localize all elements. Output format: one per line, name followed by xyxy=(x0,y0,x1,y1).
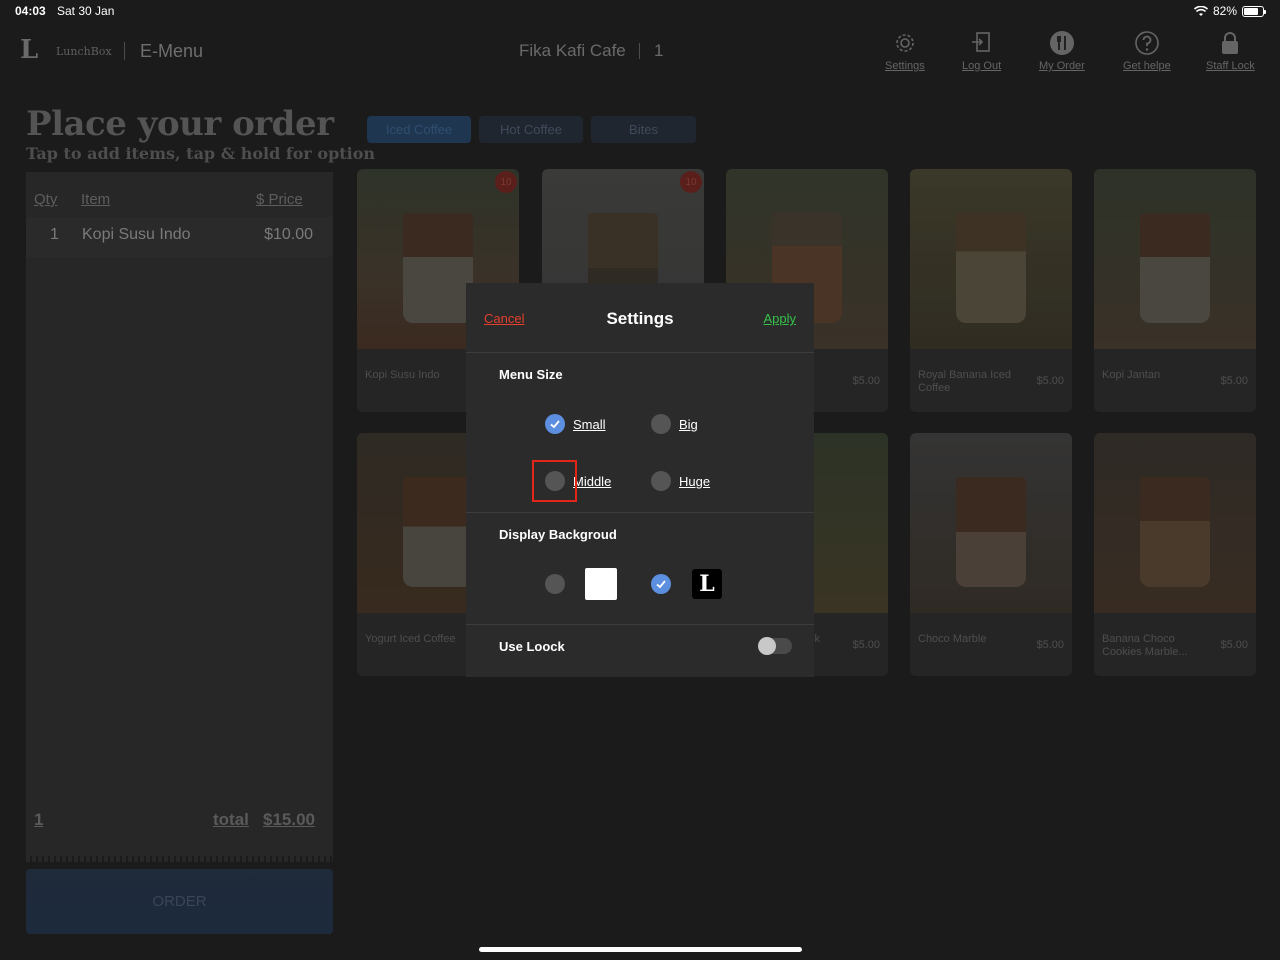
logo-text: LunchBox xyxy=(56,45,112,58)
status-time: 04:03 xyxy=(15,4,46,18)
receipt-edge xyxy=(26,856,333,862)
settings-dialog: Settings Cancel Apply Menu Size Small Bi… xyxy=(466,283,814,677)
gear-icon xyxy=(896,34,914,52)
size-huge-radio[interactable] xyxy=(651,471,671,491)
size-middle-label[interactable]: Middle xyxy=(573,474,611,489)
use-lock-label: Use Loock xyxy=(499,639,565,654)
qty-header: Qty xyxy=(34,191,58,208)
size-huge-label[interactable]: Huge xyxy=(679,474,710,489)
page-subtitle: Tap to add items, tap & hold for option xyxy=(26,144,376,163)
background-white-radio[interactable] xyxy=(545,574,565,594)
header-divider xyxy=(124,42,125,60)
quantity-badge: 10 xyxy=(495,171,517,193)
help-button[interactable]: Get helpe xyxy=(1123,30,1171,72)
product-photo xyxy=(1094,169,1256,349)
menu-size-label: Menu Size xyxy=(499,367,563,382)
order-row-price: $10.00 xyxy=(264,226,313,243)
menu-item-name: Kopi Jantan xyxy=(1102,369,1161,381)
page-title: Place your order xyxy=(26,104,334,144)
table-number: 1 xyxy=(654,41,664,60)
app-name: E-Menu xyxy=(140,41,204,61)
order-row-item: Kopi Susu Indo xyxy=(82,226,191,243)
menu-item-name: Kopi Susu Indo xyxy=(365,369,440,381)
battery-percent: 82% xyxy=(1212,4,1237,18)
white-background-swatch[interactable] xyxy=(585,568,617,600)
order-panel: Qty Item $ Price 1 Kopi Susu Indo $10.00… xyxy=(26,172,333,860)
lunchbox-logo-icon: L xyxy=(20,35,39,65)
tab-bites[interactable]: Bites xyxy=(591,116,696,143)
menu-item-price: $5.00 xyxy=(1036,639,1064,651)
menu-item-name: Banana Choco Cookies Marble... xyxy=(1102,633,1188,658)
menu-item-price: $5.00 xyxy=(1036,375,1064,387)
cafe-divider xyxy=(639,43,640,59)
cafe-name: Fika Kafi Cafe xyxy=(519,41,626,60)
menu-card[interactable]: Banana Choco Cookies Marble... $5.00 xyxy=(1094,433,1256,676)
product-photo xyxy=(910,169,1072,349)
checkmark-icon xyxy=(656,580,666,589)
order-row-qty: 1 xyxy=(50,226,59,243)
my-order-button[interactable]: My Order xyxy=(1039,30,1085,72)
total-value: $15.00 xyxy=(263,810,315,829)
display-background-label: Display Backgroud xyxy=(499,527,617,542)
size-small-label[interactable]: Small xyxy=(573,417,606,432)
logo-background-swatch-icon[interactable]: L xyxy=(692,569,722,599)
my-order-label: My Order xyxy=(1039,60,1085,72)
background-logo-radio[interactable] xyxy=(651,574,671,594)
logout-label: Log Out xyxy=(962,60,1002,72)
settings-label: Settings xyxy=(885,60,925,72)
cancel-button[interactable]: Cancel xyxy=(484,311,524,326)
dialog-divider xyxy=(466,512,814,513)
wifi-icon xyxy=(1193,5,1208,16)
total-label: total xyxy=(213,810,249,829)
size-big-label[interactable]: Big xyxy=(679,417,698,432)
menu-item-name: Royal Banana Iced Coffee xyxy=(918,369,1011,394)
menu-item-price: $5.00 xyxy=(1220,639,1248,651)
menu-item-price: $5.00 xyxy=(852,375,880,387)
help-label: Get helpe xyxy=(1123,60,1171,72)
logout-button[interactable]: Log Out xyxy=(962,30,1001,72)
menu-card[interactable]: Kopi Jantan $5.00 xyxy=(1094,169,1256,412)
status-indicators: 82% xyxy=(1193,4,1266,18)
size-big-radio[interactable] xyxy=(651,414,671,434)
checkmark-icon xyxy=(550,420,560,429)
price-header: $ Price xyxy=(256,191,303,208)
product-photo xyxy=(910,433,1072,613)
order-row[interactable]: 1 Kopi Susu Indo $10.00 xyxy=(26,217,333,257)
help-icon xyxy=(1135,31,1159,55)
order-item-count: 1 xyxy=(34,810,44,829)
selection-highlight xyxy=(532,460,577,502)
menu-item-price: $5.00 xyxy=(1220,375,1248,387)
utensils-icon xyxy=(1049,31,1074,55)
menu-item-price: $5.00 xyxy=(852,639,880,651)
apply-button[interactable]: Apply xyxy=(763,311,796,326)
staff-lock-label: Staff Lock xyxy=(1206,60,1255,72)
menu-item-name: lk xyxy=(812,633,820,645)
menu-card[interactable]: Royal Banana Iced Coffee $5.00 xyxy=(910,169,1072,412)
item-header: Item xyxy=(81,191,111,208)
battery-icon xyxy=(1242,5,1266,17)
dialog-divider xyxy=(466,352,814,353)
logout-icon xyxy=(971,32,990,52)
order-button[interactable]: ORDER xyxy=(26,869,333,934)
staff-lock-button[interactable]: Staff Lock xyxy=(1206,30,1255,72)
status-date: Sat 30 Jan xyxy=(57,4,115,18)
tab-hot-coffee[interactable]: Hot Coffee xyxy=(479,116,583,143)
product-photo xyxy=(1094,433,1256,613)
home-indicator[interactable] xyxy=(479,947,802,952)
use-lock-toggle[interactable] xyxy=(758,637,792,655)
settings-button[interactable]: Settings xyxy=(885,30,925,72)
tab-iced-coffee[interactable]: Iced Coffee xyxy=(367,116,471,143)
quantity-badge: 10 xyxy=(680,171,702,193)
lock-icon xyxy=(1222,32,1239,54)
size-small-radio[interactable] xyxy=(545,414,565,434)
menu-card[interactable]: Choco Marble $5.00 xyxy=(910,433,1072,676)
dialog-divider xyxy=(466,624,814,625)
menu-item-name: Yogurt Iced Coffee xyxy=(365,633,456,645)
menu-item-name: Choco Marble xyxy=(918,633,987,645)
